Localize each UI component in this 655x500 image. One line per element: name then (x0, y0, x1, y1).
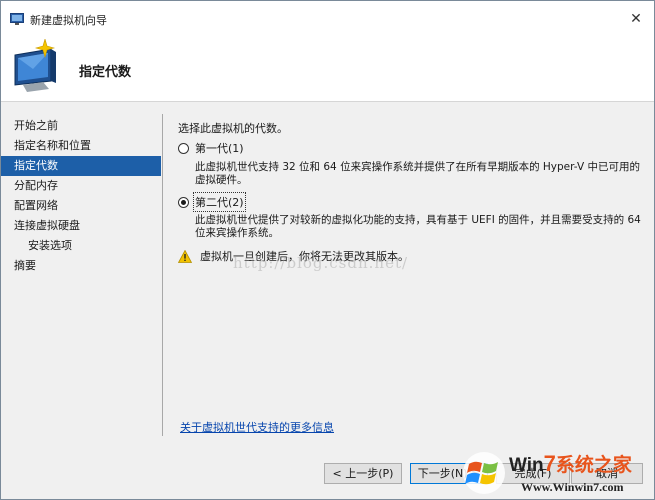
warning-text: 虚拟机一旦创建后，你将无法更改其版本。 (200, 250, 409, 263)
step-specify-generation[interactable]: 指定代数 (1, 156, 161, 176)
virtual-machine-wizard-icon (14, 39, 56, 92)
finish-button[interactable]: 完成(F) (496, 463, 570, 484)
generation-2-label[interactable]: 第二代(2) (193, 192, 246, 212)
wizard-window: 新建虚拟机向导 ✕ 指定代数 开始之前 指定名称和位置 指定代数 分配内存 配置… (0, 0, 655, 500)
close-icon: ✕ (630, 11, 642, 27)
hyper-v-app-icon (10, 13, 24, 25)
generation-prompt: 选择此虚拟机的代数。 (178, 122, 288, 135)
generation-2-option[interactable]: 第二代(2) (178, 192, 246, 212)
wizard-body: 开始之前 指定名称和位置 指定代数 分配内存 配置网络 连接虚拟硬盘 安装选项 … (1, 102, 654, 439)
steps-nav: 开始之前 指定名称和位置 指定代数 分配内存 配置网络 连接虚拟硬盘 安装选项 … (1, 116, 161, 276)
wizard-footer: < 上一步(P) 下一步(N) > 完成(F) 取消 (1, 439, 654, 499)
close-button[interactable]: ✕ (626, 9, 646, 29)
page-title: 指定代数 (79, 65, 132, 80)
title-bar: 新建虚拟机向导 ✕ (1, 1, 654, 37)
step-summary[interactable]: 摘要 (1, 256, 161, 276)
vertical-divider (162, 114, 163, 436)
generation-1-radio[interactable] (178, 142, 189, 154)
step-installation-options[interactable]: 安装选项 (1, 236, 161, 256)
step-before-you-begin[interactable]: 开始之前 (1, 116, 161, 136)
warning-message: 虚拟机一旦创建后，你将无法更改其版本。 (178, 248, 409, 264)
step-configure-networking[interactable]: 配置网络 (1, 196, 161, 216)
step-assign-memory[interactable]: 分配内存 (1, 176, 161, 196)
wizard-header: 指定代数 (1, 37, 654, 102)
step-name-and-location[interactable]: 指定名称和位置 (1, 136, 161, 156)
generation-1-option[interactable]: 第一代(1) (178, 140, 244, 156)
generation-1-description: 此虚拟机世代支持 32 位和 64 位来宾操作系统并提供了在所有早期版本的 Hy… (195, 161, 640, 186)
step-connect-virtual-disk[interactable]: 连接虚拟硬盘 (1, 216, 161, 236)
window-title: 新建虚拟机向导 (30, 14, 107, 27)
next-button[interactable]: 下一步(N) > (410, 463, 488, 484)
warning-icon (178, 249, 192, 263)
generation-2-description: 此虚拟机世代提供了对较新的虚拟化功能的支持，具有基于 UEFI 的固件，并且需要… (195, 214, 641, 239)
more-info-link[interactable]: 关于虚拟机世代支持的更多信息 (180, 419, 334, 435)
content-pane: 选择此虚拟机的代数。 第一代(1) 此虚拟机世代支持 32 位和 64 位来宾操… (178, 102, 648, 439)
cancel-button[interactable]: 取消 (571, 463, 643, 484)
generation-1-label[interactable]: 第一代(1) (195, 140, 244, 156)
back-button[interactable]: < 上一步(P) (324, 463, 402, 484)
generation-2-radio[interactable] (178, 196, 189, 208)
